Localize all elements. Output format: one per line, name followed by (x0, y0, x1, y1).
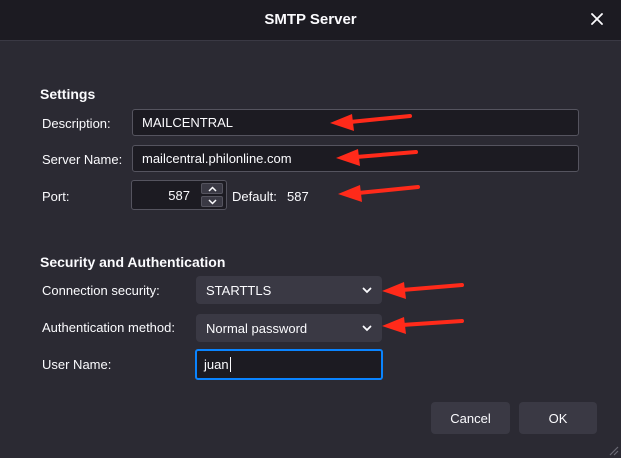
text-caret (229, 357, 231, 372)
description-value: MAILCENTRAL (142, 115, 234, 130)
port-label: Port: (42, 189, 70, 204)
chevron-down-icon (207, 198, 217, 205)
close-button[interactable] (587, 9, 607, 29)
ok-button[interactable]: OK (519, 402, 597, 434)
server-name-value: mailcentral.philonline.com (142, 151, 292, 166)
description-label: Description: (42, 116, 111, 131)
server-name-input[interactable]: mailcentral.philonline.com (132, 145, 579, 172)
chevron-down-icon (362, 325, 372, 331)
port-decrement-button[interactable] (201, 196, 223, 207)
red-arrow-icon (382, 317, 464, 334)
auth-method-label: Authentication method: (42, 320, 175, 335)
red-arrow-icon (382, 282, 464, 299)
resize-grip-icon[interactable] (605, 442, 619, 456)
port-default-label: Default: (232, 189, 277, 204)
chevron-up-icon (207, 185, 217, 192)
cancel-button[interactable]: Cancel (431, 402, 510, 434)
username-input[interactable]: juan (195, 349, 383, 380)
red-arrow-icon (338, 185, 420, 202)
description-input[interactable]: MAILCENTRAL (132, 109, 579, 136)
username-label: User Name: (42, 357, 112, 372)
security-heading: Security and Authentication (40, 254, 226, 270)
port-spinner (201, 183, 223, 207)
close-icon (591, 13, 603, 25)
title-bar: SMTP Server (0, 0, 621, 41)
chevron-down-icon (362, 287, 372, 293)
server-name-label: Server Name: (42, 152, 123, 167)
auth-method-select[interactable]: Normal password (196, 314, 382, 342)
port-stepper[interactable]: 587 (131, 180, 227, 210)
connection-security-value: STARTTLS (206, 282, 272, 298)
port-default-value: 587 (287, 189, 309, 204)
connection-security-select[interactable]: STARTTLS (196, 276, 382, 304)
auth-method-value: Normal password (206, 320, 308, 336)
port-value: 587 (168, 188, 190, 203)
username-value: juan (204, 357, 229, 372)
connection-security-label: Connection security: (42, 283, 160, 298)
dialog-title: SMTP Server (264, 11, 357, 28)
port-increment-button[interactable] (201, 183, 223, 194)
settings-heading: Settings (40, 86, 96, 102)
